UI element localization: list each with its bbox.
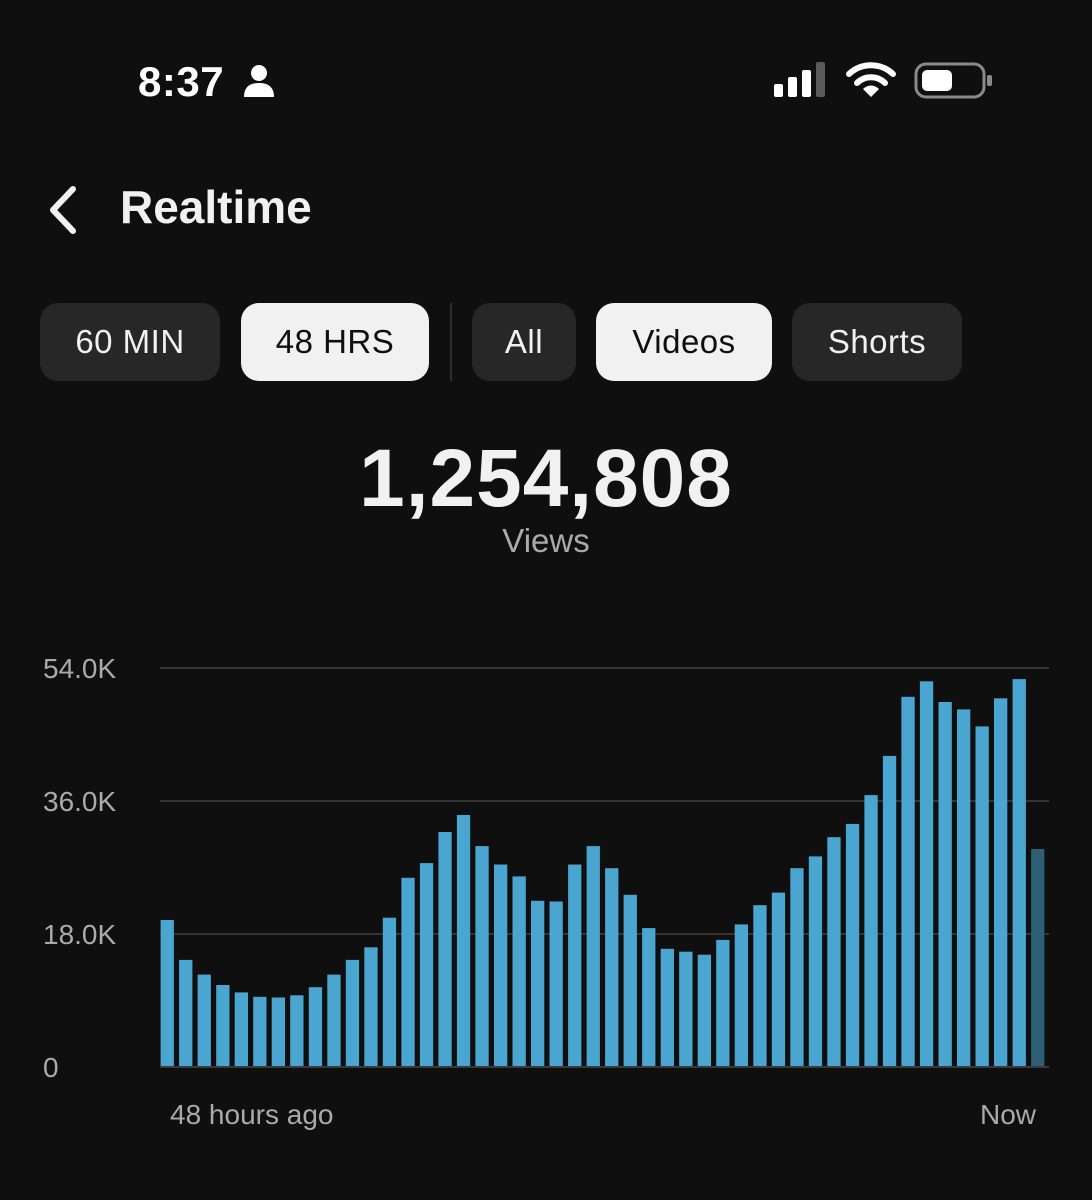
bar[interactable] xyxy=(160,920,174,1067)
current-bar[interactable] xyxy=(1031,849,1045,1067)
x-end-label: Now xyxy=(980,1099,1037,1130)
bar[interactable] xyxy=(234,992,248,1067)
bar[interactable] xyxy=(845,823,860,1067)
bar[interactable] xyxy=(308,987,323,1067)
bar[interactable] xyxy=(901,696,915,1067)
bar[interactable] xyxy=(642,928,656,1067)
y-tick-label: 18.0K xyxy=(43,919,116,950)
bar[interactable] xyxy=(364,947,378,1067)
y-tick-label: 0 xyxy=(43,1052,59,1083)
bar[interactable] xyxy=(790,868,804,1067)
bar[interactable] xyxy=(605,868,619,1067)
bar[interactable] xyxy=(475,846,489,1067)
x-start-label: 48 hours ago xyxy=(170,1099,333,1130)
bar[interactable] xyxy=(864,795,878,1067)
bar[interactable] xyxy=(808,856,823,1067)
bar[interactable] xyxy=(697,954,711,1067)
bar[interactable] xyxy=(660,948,674,1067)
bar[interactable] xyxy=(994,698,1008,1067)
bar[interactable] xyxy=(827,837,841,1067)
views-bar-chart: 0 18.0K 36.0K 54.0K 48 hours ago Now xyxy=(43,653,1049,1130)
bar[interactable] xyxy=(771,892,786,1067)
bar[interactable] xyxy=(716,939,730,1067)
bar[interactable] xyxy=(919,681,934,1067)
bar[interactable] xyxy=(938,702,952,1067)
y-tick-label: 54.0K xyxy=(43,653,116,684)
bar[interactable] xyxy=(957,709,971,1067)
bar[interactable] xyxy=(753,905,767,1067)
bar[interactable] xyxy=(568,864,582,1068)
y-tick-label: 36.0K xyxy=(43,786,116,817)
bar[interactable] xyxy=(345,959,360,1067)
bar[interactable] xyxy=(253,996,267,1067)
bar[interactable] xyxy=(1012,679,1026,1067)
bar[interactable] xyxy=(975,726,989,1067)
bar[interactable] xyxy=(549,901,563,1068)
bar[interactable] xyxy=(512,876,526,1067)
bar[interactable] xyxy=(327,974,341,1067)
bar[interactable] xyxy=(419,863,434,1067)
bar[interactable] xyxy=(197,974,211,1067)
bar[interactable] xyxy=(586,846,600,1067)
bar[interactable] xyxy=(438,832,452,1067)
bar[interactable] xyxy=(882,755,897,1067)
realtime-screen: 8:37 Realtime 60 MIN 48 HRS All Videos S… xyxy=(0,0,1092,1200)
bar[interactable] xyxy=(734,924,748,1067)
bar[interactable] xyxy=(382,917,397,1067)
bar[interactable] xyxy=(401,877,415,1067)
bar[interactable] xyxy=(494,864,508,1068)
bar[interactable] xyxy=(179,959,193,1067)
bar[interactable] xyxy=(216,985,230,1067)
bar[interactable] xyxy=(456,815,471,1067)
bar[interactable] xyxy=(271,997,285,1068)
bar[interactable] xyxy=(531,900,545,1068)
bar[interactable] xyxy=(679,951,693,1067)
bar[interactable] xyxy=(290,995,304,1067)
bar[interactable] xyxy=(623,894,637,1067)
